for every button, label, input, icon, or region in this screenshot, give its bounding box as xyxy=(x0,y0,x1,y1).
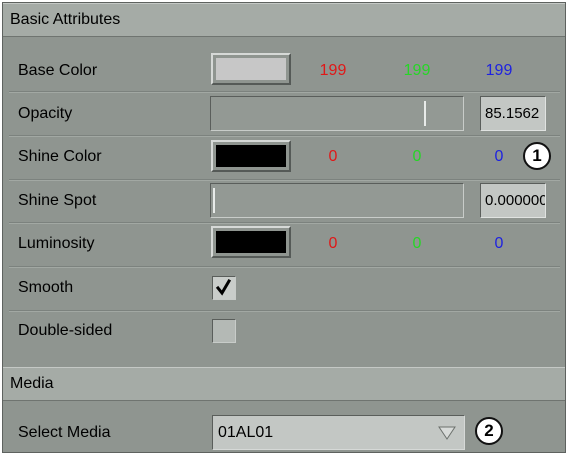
shine-spot-label: Shine Spot xyxy=(18,192,97,209)
luminosity-red-value: 0 xyxy=(328,235,338,252)
shine-color-swatch-fill xyxy=(216,145,286,167)
media-header[interactable]: Media xyxy=(3,367,565,401)
basic-attributes-title: Basic Attributes xyxy=(10,11,121,28)
shine-color-label: Shine Color xyxy=(18,148,102,165)
luminosity-green-value: 0 xyxy=(412,235,422,252)
base-color-swatch-fill xyxy=(216,58,286,80)
shine-spot-slider[interactable] xyxy=(210,183,464,218)
callout-2-number: 2 xyxy=(484,421,494,440)
callout-1-number: 1 xyxy=(532,146,542,165)
base-color-label: Base Color xyxy=(18,62,98,79)
smooth-checkbox[interactable] xyxy=(212,276,236,300)
material-properties-panel: Basic Attributes Base Color 199 199 199 … xyxy=(2,2,566,453)
shine-spot-slider-thumb[interactable] xyxy=(213,188,215,213)
chevron-down-icon[interactable] xyxy=(438,425,456,441)
double-sided-checkbox[interactable] xyxy=(212,319,236,343)
checkmark-icon xyxy=(215,278,232,296)
basic-attributes-header[interactable]: Basic Attributes xyxy=(3,3,565,37)
callout-2-icon: 2 xyxy=(475,417,503,445)
double-sided-label: Double-sided xyxy=(18,322,113,339)
shine-color-red-value: 0 xyxy=(328,148,338,165)
base-color-blue-value: 199 xyxy=(485,62,513,79)
shine-color-swatch-button[interactable] xyxy=(211,140,291,172)
callout-1-icon: 1 xyxy=(523,142,551,170)
select-media-label: Select Media xyxy=(18,424,111,441)
luminosity-blue-value: 0 xyxy=(494,235,504,252)
luminosity-swatch-button[interactable] xyxy=(211,226,291,258)
opacity-label: Opacity xyxy=(18,105,73,122)
row-divider xyxy=(9,135,560,137)
opacity-slider-thumb[interactable] xyxy=(424,101,427,126)
opacity-value-field[interactable]: 85.1562 xyxy=(480,96,546,131)
shine-spot-value-field[interactable]: 0.000000 xyxy=(480,183,546,218)
luminosity-swatch-fill xyxy=(216,231,286,253)
smooth-label: Smooth xyxy=(18,279,74,296)
opacity-slider[interactable] xyxy=(210,96,464,131)
shine-color-blue-value: 0 xyxy=(494,148,504,165)
row-divider xyxy=(9,179,560,181)
base-color-green-value: 199 xyxy=(403,62,431,79)
shine-color-green-value: 0 xyxy=(412,148,422,165)
row-divider xyxy=(9,310,560,312)
media-title: Media xyxy=(10,375,54,392)
base-color-swatch-button[interactable] xyxy=(211,53,291,85)
row-divider xyxy=(9,91,560,93)
base-color-red-value: 199 xyxy=(319,62,347,79)
row-divider xyxy=(9,266,560,268)
row-divider xyxy=(9,222,560,224)
select-media-dropdown[interactable]: 01AL01 xyxy=(212,415,465,450)
select-media-value: 01AL01 xyxy=(218,424,274,441)
luminosity-label: Luminosity xyxy=(18,235,95,252)
